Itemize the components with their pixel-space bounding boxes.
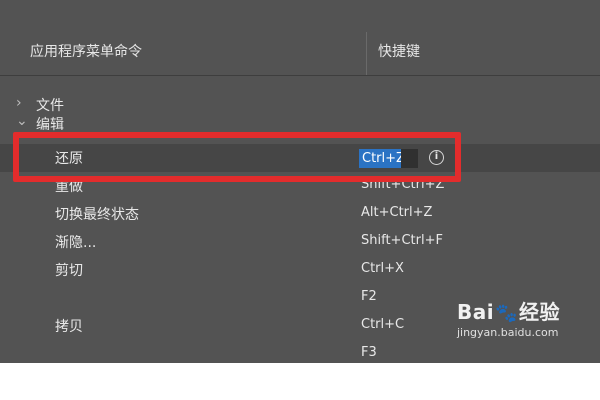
watermark-url: jingyan.baidu.com [456, 326, 559, 339]
column-shortcut-title: 快捷键 [378, 44, 420, 60]
shortcut-value[interactable]: Ctrl+C [361, 317, 404, 332]
command-label: 剪切 [55, 263, 83, 279]
paw-icon: 🐾 [495, 303, 518, 324]
watermark-logo: Bai🐾经验 [456, 300, 560, 324]
shortcut-value[interactable]: Ctrl+X [361, 261, 404, 276]
shortcuts-panel: 应用程序菜单命令 快捷键 › 文件 ⌄ 编辑 还原 Ctrl+Z i 重做 Sh… [0, 0, 600, 363]
command-label: 拷贝 [55, 319, 83, 335]
command-row-toggle-last-state[interactable]: 切换最终状态 Alt+Ctrl+Z [0, 200, 600, 228]
shortcut-value[interactable]: F3 [361, 345, 377, 360]
command-row-copy-alt[interactable]: F3 [0, 340, 600, 363]
command-row-fade[interactable]: 渐隐... Shift+Ctrl+F [0, 228, 600, 256]
column-command-title: 应用程序菜单命令 [30, 44, 142, 60]
shortcut-value[interactable]: Alt+Ctrl+Z [361, 205, 432, 220]
shortcut-value[interactable]: Shift+Ctrl+F [361, 233, 443, 248]
shortcut-value[interactable]: F2 [361, 289, 377, 304]
column-divider[interactable] [366, 32, 367, 75]
chevron-right-icon[interactable]: › [16, 95, 22, 111]
annotation-highlight-box [13, 132, 461, 182]
command-label: 切换最终状态 [55, 207, 139, 223]
column-header: 应用程序菜单命令 快捷键 [0, 32, 600, 76]
chevron-down-icon[interactable]: ⌄ [16, 116, 28, 129]
watermark: Bai🐾经验 jingyan.baidu.com [457, 296, 560, 339]
command-label: 渐隐... [55, 235, 97, 251]
group-file-label: 文件 [36, 98, 64, 114]
group-file[interactable]: › 文件 [0, 91, 600, 119]
command-row-cut[interactable]: 剪切 Ctrl+X [0, 256, 600, 284]
